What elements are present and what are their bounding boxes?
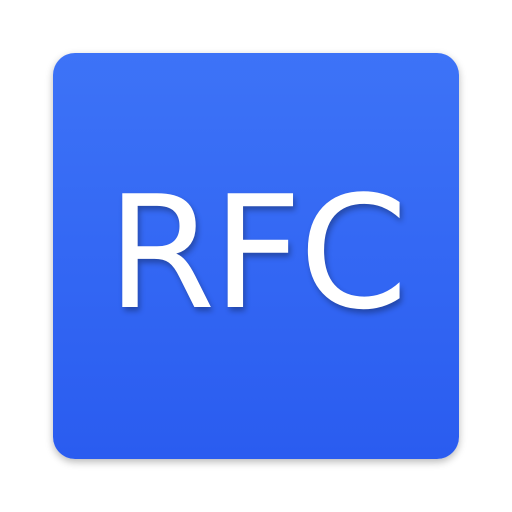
app-icon-label: RFC bbox=[106, 162, 408, 344]
app-icon[interactable]: RFC bbox=[53, 53, 459, 459]
app-icon-canvas: RFC bbox=[0, 0, 512, 512]
